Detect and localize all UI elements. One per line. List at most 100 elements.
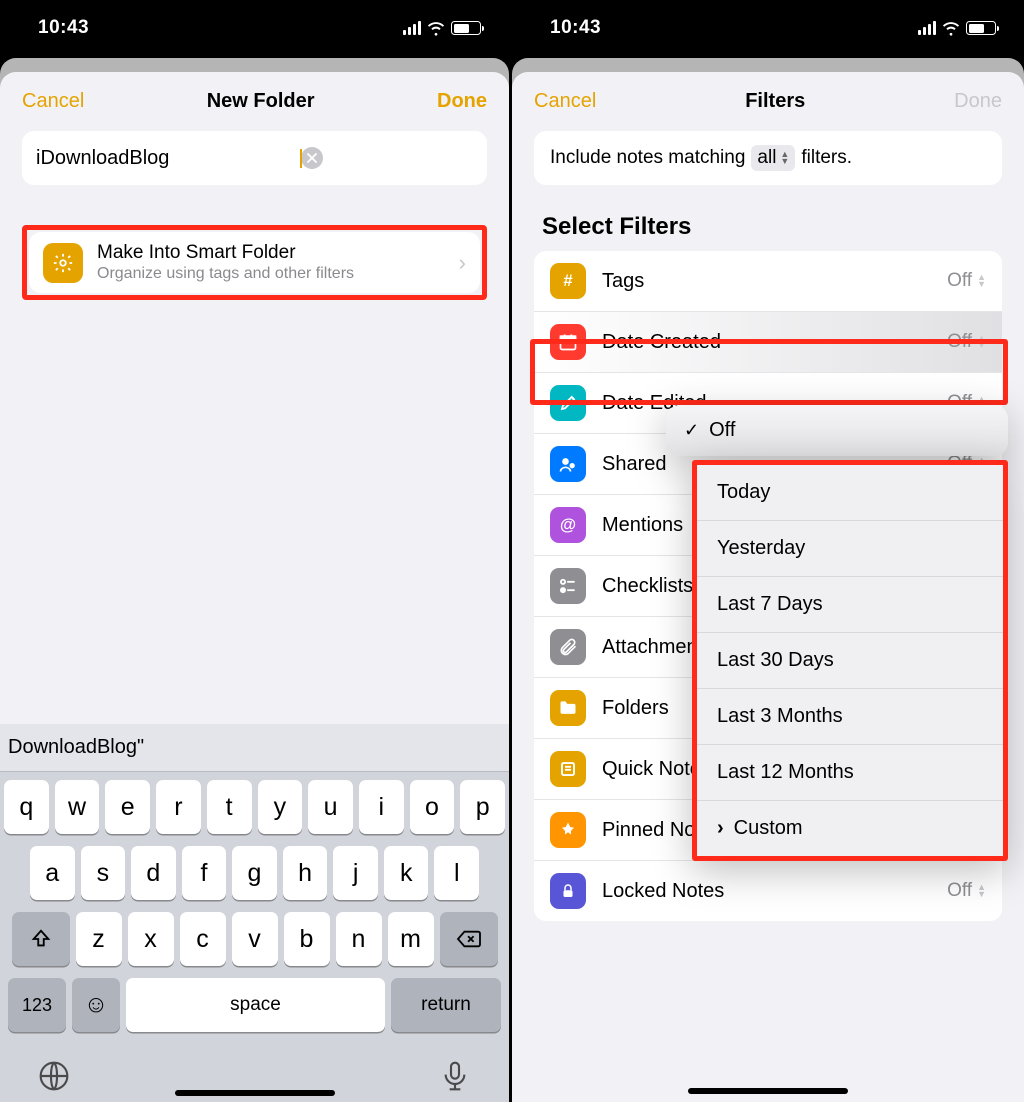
status-bar: 10:43 <box>512 0 1024 56</box>
cancel-button[interactable]: Cancel <box>534 90 596 113</box>
popup-option-last-7-days[interactable]: Last 7 Days <box>697 576 1003 632</box>
left-screenshot: 10:43 Cancel New Folder Done <box>0 0 512 1102</box>
key-u[interactable]: u <box>308 780 353 834</box>
key-y[interactable]: y <box>258 780 303 834</box>
match-mode-selector[interactable]: all ▲▼ <box>751 145 795 171</box>
popup-option-off[interactable]: ✓ Off <box>666 405 1008 456</box>
nav-bar: Cancel New Folder Done <box>0 88 509 131</box>
key-f[interactable]: f <box>182 846 227 900</box>
nav-bar: Cancel Filters Done <box>512 88 1024 131</box>
nav-title: New Folder <box>207 90 315 113</box>
key-w[interactable]: w <box>55 780 100 834</box>
key-c[interactable]: c <box>180 912 226 966</box>
home-indicator[interactable] <box>175 1090 335 1096</box>
chevron-up-down-icon: ▲▼ <box>780 151 789 165</box>
key-n[interactable]: n <box>336 912 382 966</box>
folder-name-input[interactable] <box>36 147 301 170</box>
nav-title: Filters <box>745 90 805 113</box>
highlight-make-smart-folder: Make Into Smart Folder Organize using ta… <box>22 225 487 300</box>
keyboard-prediction-bar[interactable]: DownloadBlog" <box>0 724 509 772</box>
key-x[interactable]: x <box>128 912 174 966</box>
key-q[interactable]: q <box>4 780 49 834</box>
popup-option-last-12-months[interactable]: Last 12 Months <box>697 744 1003 800</box>
status-icons <box>918 19 996 37</box>
filter-row-date-created[interactable]: Date CreatedOff ▲▼ <box>534 311 1002 372</box>
make-smart-folder-row[interactable]: Make Into Smart Folder Organize using ta… <box>29 232 480 293</box>
key-s[interactable]: s <box>81 846 126 900</box>
popup-option-yesterday[interactable]: Yesterday <box>697 520 1003 576</box>
checklist-icon <box>550 568 586 604</box>
filter-label: Tags <box>602 270 931 293</box>
cancel-button[interactable]: Cancel <box>22 90 84 113</box>
chevron-up-down-icon: ▲▼ <box>977 884 986 898</box>
key-j[interactable]: j <box>333 846 378 900</box>
date-created-options-popup: TodayYesterdayLast 7 DaysLast 30 DaysLas… <box>692 460 1008 861</box>
wifi-icon <box>942 19 960 37</box>
status-icons <box>403 19 481 37</box>
key-b[interactable]: b <box>284 912 330 966</box>
at-icon: @ <box>550 507 586 543</box>
popup-option-custom[interactable]: › Custom <box>697 800 1003 856</box>
key-r[interactable]: r <box>156 780 201 834</box>
smart-folder-subtitle: Organize using tags and other filters <box>97 265 445 283</box>
share-icon <box>550 446 586 482</box>
include-notes-row: Include notes matching all ▲▼ filters. <box>534 131 1002 185</box>
key-v[interactable]: v <box>232 912 278 966</box>
key-z[interactable]: z <box>76 912 122 966</box>
quicknote-icon <box>550 751 586 787</box>
new-folder-sheet: Cancel New Folder Done <box>0 72 509 1102</box>
folder-name-field[interactable] <box>22 131 487 185</box>
backspace-key[interactable] <box>440 912 498 966</box>
cellular-icon <box>918 21 936 35</box>
popup-option-last-3-months[interactable]: Last 3 Months <box>697 688 1003 744</box>
pin-icon <box>550 812 586 848</box>
space-key[interactable]: space <box>126 978 385 1032</box>
status-time: 10:43 <box>550 17 601 39</box>
chevron-up-down-icon: ▲▼ <box>977 274 986 288</box>
keyboard-row-3: z x c v b n m <box>4 912 505 966</box>
popup-option-today[interactable]: Today <box>697 465 1003 520</box>
done-button: Done <box>954 90 1002 113</box>
smart-folder-title: Make Into Smart Folder <box>97 242 445 264</box>
microphone-icon[interactable] <box>439 1060 471 1092</box>
key-a[interactable]: a <box>30 846 75 900</box>
globe-icon[interactable] <box>38 1060 70 1092</box>
clear-text-icon[interactable] <box>301 147 323 169</box>
done-button[interactable]: Done <box>437 90 487 113</box>
key-g[interactable]: g <box>232 846 277 900</box>
section-title: Select Filters <box>512 185 1024 251</box>
key-m[interactable]: m <box>388 912 434 966</box>
shift-key[interactable] <box>12 912 70 966</box>
include-suffix: filters. <box>801 147 852 169</box>
chevron-right-icon: › <box>717 817 724 840</box>
key-i[interactable]: i <box>359 780 404 834</box>
hash-icon: # <box>550 263 586 299</box>
filter-row-locked-notes[interactable]: Locked NotesOff ▲▼ <box>534 860 1002 921</box>
key-k[interactable]: k <box>384 846 429 900</box>
popup-option-last-30-days[interactable]: Last 30 Days <box>697 632 1003 688</box>
keyboard: DownloadBlog" q w e r t y u i o p <box>0 724 509 1102</box>
key-t[interactable]: t <box>207 780 252 834</box>
date-created-popup: ✓ Off <box>666 405 1008 456</box>
checkmark-icon: ✓ <box>684 420 699 441</box>
svg-text:#: # <box>563 271 572 290</box>
numbers-key[interactable]: 123 <box>8 978 66 1032</box>
return-key[interactable]: return <box>391 978 501 1032</box>
include-prefix: Include notes matching <box>550 147 745 169</box>
keyboard-row-2: a s d f g h j k l <box>4 846 505 900</box>
emoji-key[interactable]: ☺ <box>72 978 120 1032</box>
filter-row-tags[interactable]: # Tags Off ▲▼ <box>534 251 1002 311</box>
key-p[interactable]: p <box>460 780 505 834</box>
key-e[interactable]: e <box>105 780 150 834</box>
filter-value: Off ▲▼ <box>947 270 986 292</box>
status-bar: 10:43 <box>0 0 509 56</box>
gear-icon <box>43 243 83 283</box>
key-d[interactable]: d <box>131 846 176 900</box>
filter-value: Off ▲▼ <box>947 880 986 902</box>
key-o[interactable]: o <box>410 780 455 834</box>
home-indicator[interactable] <box>688 1088 848 1094</box>
filter-value: Off ▲▼ <box>947 331 986 353</box>
prediction-text[interactable]: DownloadBlog" <box>8 736 144 759</box>
key-h[interactable]: h <box>283 846 328 900</box>
key-l[interactable]: l <box>434 846 479 900</box>
